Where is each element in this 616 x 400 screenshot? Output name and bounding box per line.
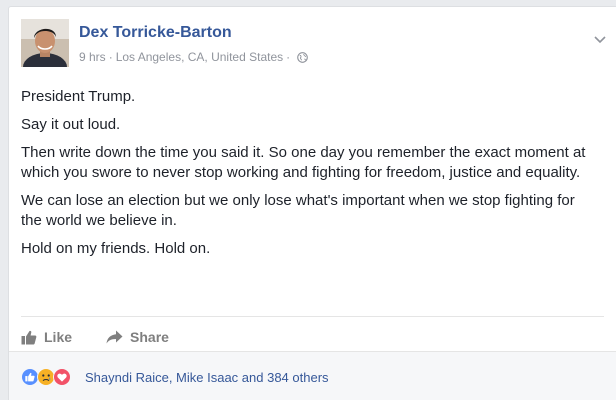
post-header: Dex Torricke-Barton 9 hrs · Los Angeles,… (21, 19, 606, 67)
meta-separator: · (286, 50, 291, 64)
love-reaction-icon (53, 368, 71, 386)
author-avatar[interactable] (21, 19, 69, 67)
actions-divider (21, 316, 604, 317)
author-name-link[interactable]: Dex Torricke-Barton (79, 24, 232, 42)
chevron-down-icon[interactable] (594, 31, 606, 44)
thumbs-up-icon (21, 330, 37, 344)
post-location-link[interactable]: Los Angeles, CA, United States (116, 50, 283, 64)
post-actions: Like Share (21, 319, 203, 355)
post-paragraph: Say it out loud. (21, 116, 121, 133)
like-button[interactable]: Like (21, 329, 72, 345)
post-card: Dex Torricke-Barton 9 hrs · Los Angeles,… (8, 6, 616, 400)
reaction-icons[interactable] (21, 368, 71, 386)
reactions-bar: Shayndi Raice, Mike Isaac and 384 others (9, 351, 616, 400)
share-label: Share (130, 329, 169, 345)
post-paragraph: President Trump. (21, 88, 136, 105)
like-label: Like (44, 329, 73, 345)
post-paragraph: We can lose an election but we only lose… (21, 192, 575, 229)
post-meta: 9 hrs · Los Angeles, CA, United States · (79, 50, 308, 64)
post-body: President Trump. Say it out loud. Then w… (21, 87, 591, 267)
meta-separator: · (108, 50, 113, 64)
post-paragraph: Hold on my friends. Hold on. (21, 240, 211, 257)
post-timestamp[interactable]: 9 hrs (79, 50, 106, 64)
avatar-portrait (21, 19, 69, 67)
share-arrow-icon (106, 330, 123, 344)
reactions-summary-link[interactable]: Shayndi Raice, Mike Isaac and 384 others (85, 370, 329, 385)
post-paragraph: Then write down the time you said it. So… (21, 144, 586, 181)
share-button[interactable]: Share (106, 329, 169, 345)
globe-icon[interactable] (297, 51, 308, 63)
